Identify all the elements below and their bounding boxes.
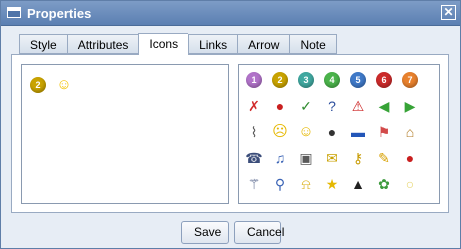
icons-tab-panel: 2 ☺ 1 2 3 4 5 6 7 ✗ ● ✓? ⚠ ◀ ▶ ⌇ ☹ ☺ ● ▬ ⚑ ⌂ ☎ ♫ ▣ ✉ ⚷ ✎ ● ⚚ ⚲ ⍾ ★ ▲ ✿ ○ (11, 54, 449, 213)
priority-7-icon[interactable]: 7 (402, 72, 418, 88)
priority-2-icon[interactable]: 2 (272, 72, 288, 88)
bell-icon[interactable]: ⍾ (298, 176, 314, 192)
star-icon[interactable]: ★ (324, 176, 340, 192)
warning-icon[interactable]: ⚠ (350, 98, 366, 114)
question-icon[interactable]: ? (324, 98, 340, 114)
save-button[interactable]: Save (181, 221, 229, 244)
selected-icons-box[interactable]: 2 ☺ (21, 64, 229, 204)
paperclip-icon[interactable]: ⌇ (246, 124, 262, 140)
tab-icons[interactable]: Icons (138, 33, 189, 55)
mail-icon[interactable]: ✉ (324, 150, 340, 166)
lightbulb-icon[interactable]: ○ (402, 176, 418, 192)
arrow-left-icon[interactable]: ◀ (376, 98, 392, 114)
phone-icon[interactable]: ☎ (245, 150, 262, 166)
window-icon (7, 7, 21, 18)
arrow-right-icon[interactable]: ▶ (402, 98, 418, 114)
magic-wand-icon[interactable]: ⚚ (246, 176, 262, 192)
sad-face-icon[interactable]: ☹ (272, 124, 288, 140)
priority-3-icon[interactable]: 3 (298, 72, 314, 88)
cross-flag-icon[interactable]: ✗ (246, 98, 262, 114)
stoplight-icon[interactable]: ● (402, 150, 418, 166)
rectangle-icon[interactable]: ▬ (350, 124, 366, 140)
tab-arrow[interactable]: Arrow (237, 34, 290, 54)
close-button[interactable]: ✕ (441, 5, 456, 20)
priority-2-icon[interactable]: 2 (30, 77, 46, 93)
smiley-icon[interactable]: ☺ (56, 77, 72, 93)
flag-icon[interactable]: ⚑ (376, 124, 392, 140)
tab-links[interactable]: Links (188, 34, 238, 54)
properties-dialog: Properties ✕ Style Attributes Icons Links Ar… (0, 0, 461, 249)
pencil-icon[interactable]: ✎ (376, 150, 392, 166)
computer-icon[interactable]: ▣ (298, 150, 314, 166)
priority-6-icon[interactable]: 6 (376, 72, 392, 88)
penguin-icon[interactable]: ▲ (350, 176, 366, 192)
tab-attributes[interactable]: Attributes (66, 34, 139, 54)
tab-bar: Style Attributes Icons Links Arrow Note (19, 33, 337, 55)
title-bar: Properties ✕ (1, 1, 460, 26)
tab-style[interactable]: Style (19, 34, 67, 54)
key-icon[interactable]: ⚷ (350, 150, 366, 166)
cancel-button[interactable]: Cancel (234, 221, 284, 244)
priority-1-icon[interactable]: 1 (246, 72, 262, 88)
magnifier-icon[interactable]: ⚲ (272, 176, 288, 192)
gear-icon[interactable]: ✿ (376, 176, 392, 192)
bomb-icon[interactable]: ● (324, 124, 340, 140)
icon-palette: 1 2 3 4 5 6 7 ✗ ● ✓? ⚠ ◀ ▶ ⌇ ☹ ☺ ● ▬ ⚑ ⌂ ☎ ♫ ▣ ✉ ⚷ ✎ ● ⚚ ⚲ ⍾ ★ ▲ ✿ ○ (238, 64, 440, 204)
traffic-light-icon[interactable]: ● (272, 98, 288, 114)
priority-4-icon[interactable]: 4 (324, 72, 340, 88)
tab-note[interactable]: Note (289, 34, 337, 54)
window-title: Properties (27, 6, 92, 21)
house-icon[interactable]: ⌂ (402, 124, 418, 140)
priority-5-icon[interactable]: 5 (350, 72, 366, 88)
smiley-icon[interactable]: ☺ (298, 124, 314, 140)
checkmark-icon[interactable]: ✓ (298, 98, 314, 114)
music-icon[interactable]: ♫ (272, 150, 288, 166)
